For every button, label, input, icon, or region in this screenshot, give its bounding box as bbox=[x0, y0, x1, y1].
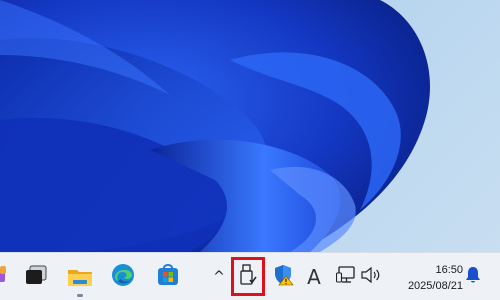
desktop-wallpaper bbox=[0, 0, 500, 252]
edge-button[interactable] bbox=[106, 261, 140, 293]
file-explorer-button[interactable] bbox=[62, 259, 98, 299]
clock-date: 2025/08/21 bbox=[407, 280, 463, 292]
windows-security-button[interactable] bbox=[272, 264, 296, 290]
microsoft-store-button[interactable] bbox=[152, 261, 184, 293]
show-hidden-icons-button[interactable]: ^ bbox=[209, 265, 229, 289]
network-button[interactable] bbox=[335, 265, 357, 289]
notifications-button[interactable] bbox=[462, 265, 484, 289]
task-view-button[interactable] bbox=[20, 261, 52, 293]
chevron-up-icon: ^ bbox=[213, 269, 225, 285]
widgets-icon bbox=[0, 265, 7, 289]
volume-icon bbox=[361, 266, 381, 288]
network-icon bbox=[335, 265, 356, 290]
clock-button[interactable]: 16:50 2025/08/21 bbox=[393, 261, 463, 295]
clock-time: 16:50 bbox=[435, 264, 463, 276]
usb-drive-icon bbox=[239, 263, 257, 291]
taskbar: ^ A 16:50 2025/08/21 bbox=[0, 252, 500, 300]
task-view-icon bbox=[25, 265, 47, 290]
microsoft-store-icon bbox=[156, 263, 180, 292]
widgets-button[interactable] bbox=[0, 265, 8, 289]
ime-input-indicator[interactable]: A bbox=[303, 263, 325, 291]
edge-browser-icon bbox=[111, 263, 135, 292]
folder-icon bbox=[67, 266, 93, 293]
windows-security-icon bbox=[274, 264, 294, 291]
running-indicator bbox=[77, 294, 83, 297]
bell-icon bbox=[465, 266, 481, 289]
bloom-wallpaper-art bbox=[0, 0, 430, 252]
volume-button[interactable] bbox=[360, 265, 382, 289]
usb-safely-remove-button[interactable] bbox=[237, 263, 259, 291]
ime-font-icon: A bbox=[307, 265, 321, 289]
